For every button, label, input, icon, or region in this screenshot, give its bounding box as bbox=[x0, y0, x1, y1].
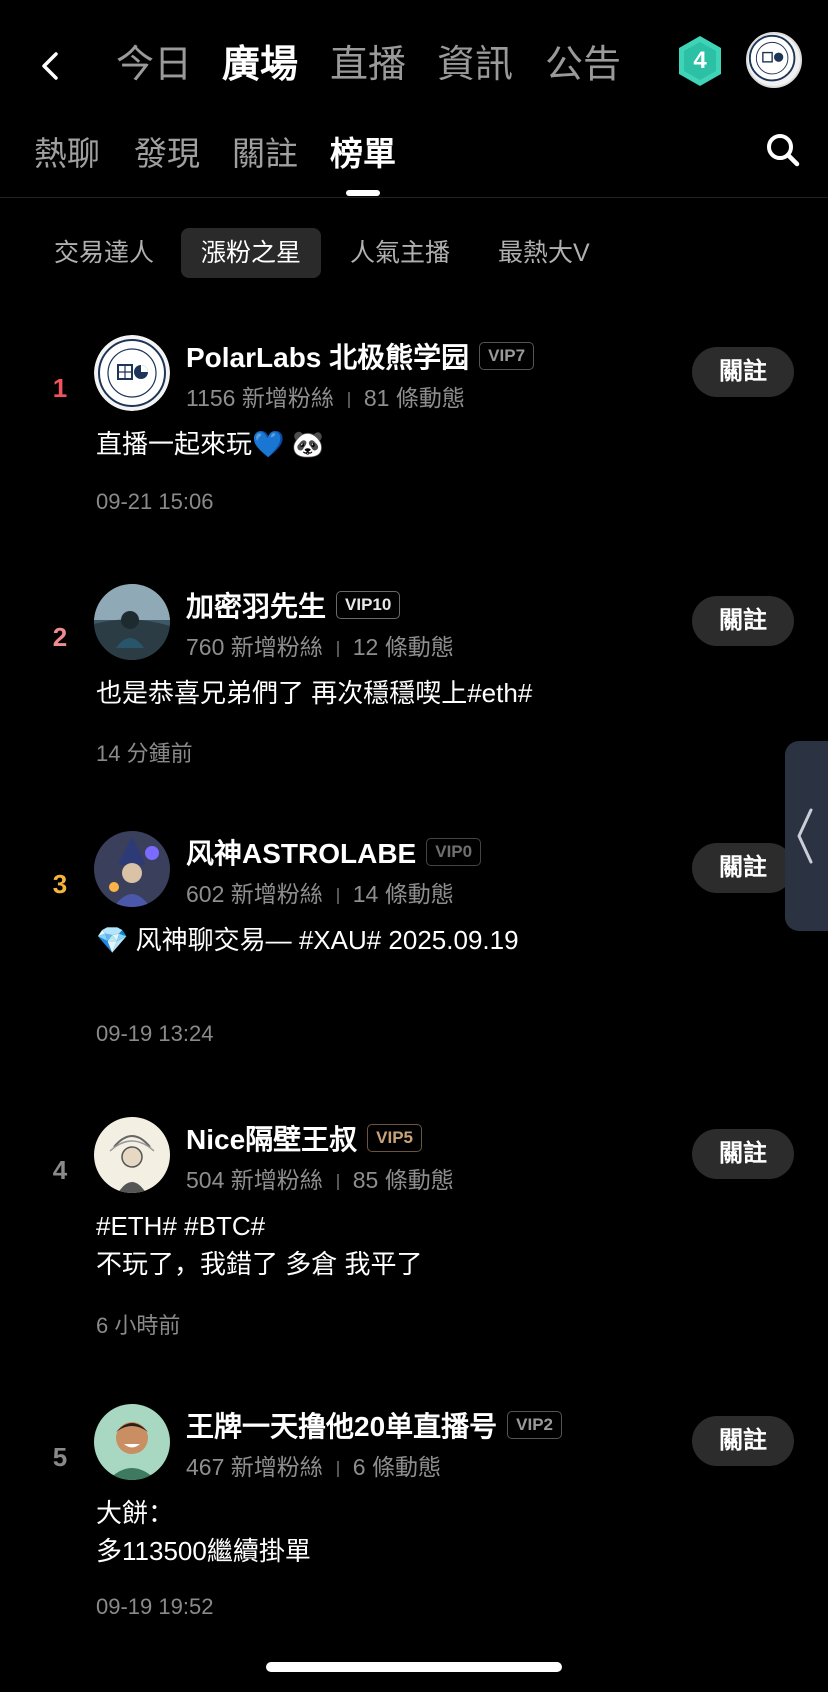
post-time: 09-19 13:24 bbox=[96, 1021, 214, 1046]
avatar[interactable] bbox=[94, 335, 170, 411]
follow-button[interactable]: 關註 bbox=[692, 843, 794, 893]
home-indicator[interactable] bbox=[266, 1662, 562, 1672]
avatar[interactable] bbox=[94, 584, 170, 660]
post-time: 14 分鍾前 bbox=[96, 741, 193, 766]
user-photo-icon bbox=[94, 584, 170, 660]
avatar[interactable] bbox=[94, 1117, 170, 1193]
username[interactable]: 王牌一天撸他20单直播号 bbox=[186, 1405, 497, 1445]
header-divider bbox=[0, 197, 828, 198]
chip-popular-hosts[interactable]: 人氣主播 bbox=[330, 228, 470, 278]
rank-number: 1 bbox=[52, 373, 68, 403]
post-content[interactable]: 大餅： 多113500繼續掛單 bbox=[96, 1494, 716, 1570]
posts-count: 12 條動態 bbox=[352, 634, 454, 660]
post-time: 6 小時前 bbox=[96, 1313, 181, 1338]
follow-button[interactable]: 關註 bbox=[692, 1129, 794, 1179]
post-time: 09-21 15:06 bbox=[96, 489, 214, 514]
vip-badge: VIP7 bbox=[479, 342, 535, 370]
search-icon bbox=[767, 134, 800, 167]
user-stats: 1156 新增粉絲 81 條動態 bbox=[186, 379, 465, 413]
new-followers-count: 760 新增粉絲 bbox=[186, 634, 323, 660]
polarlabs-logo-icon bbox=[748, 34, 796, 82]
avatar[interactable] bbox=[94, 831, 170, 907]
user-stats: 504 新增粉絲 85 條動態 bbox=[186, 1161, 454, 1195]
posts-count: 85 條動態 bbox=[352, 1167, 454, 1193]
chip-top-traders[interactable]: 交易達人 bbox=[34, 228, 174, 278]
side-panel-handle[interactable] bbox=[785, 741, 828, 931]
sub-nav: 熱聊 發現 關註 榜單 bbox=[0, 120, 828, 198]
nav-tab-announcements[interactable]: 公告 bbox=[545, 40, 621, 90]
polarlabs-logo-icon bbox=[94, 335, 170, 411]
sketch-avatar-icon bbox=[94, 1117, 170, 1193]
search-button[interactable] bbox=[764, 131, 802, 169]
wizard-avatar-icon bbox=[94, 831, 170, 907]
user-stats: 602 新增粉絲 14 條動態 bbox=[186, 875, 454, 909]
post-content[interactable]: 直播一起來玩💙 🐼 bbox=[96, 425, 716, 463]
chevron-left-icon bbox=[797, 808, 813, 864]
posts-count: 6 條動態 bbox=[352, 1454, 441, 1480]
vip-badge: VIP2 bbox=[507, 1411, 563, 1439]
nav-tab-news[interactable]: 資訊 bbox=[437, 40, 513, 90]
active-tab-indicator bbox=[346, 190, 380, 196]
new-followers-count: 1156 新增粉絲 bbox=[186, 385, 334, 411]
nav-tab-today[interactable]: 今日 bbox=[116, 40, 192, 90]
back-button[interactable] bbox=[34, 44, 70, 88]
username[interactable]: 加密羽先生 bbox=[186, 585, 326, 625]
user-stats: 467 新增粉絲 6 條動態 bbox=[186, 1448, 441, 1482]
list-item[interactable]: 1 PolarLabs 北极熊学园 VIP7 1156 新增粉絲 81 條動態 關… bbox=[0, 335, 828, 535]
level-badge-number: 4 bbox=[693, 47, 707, 74]
vip-badge: VIP0 bbox=[426, 838, 482, 866]
post-content[interactable]: 也是恭喜兄弟們了 再次穩穩喫上#eth# bbox=[96, 674, 716, 712]
sub-tab-hot-chat[interactable]: 熱聊 bbox=[34, 132, 100, 176]
new-followers-count: 602 新增粉絲 bbox=[186, 881, 323, 907]
top-nav: 今日 廣場 直播 資訊 公告 4 bbox=[0, 0, 828, 118]
profile-avatar[interactable] bbox=[746, 32, 802, 88]
chevron-left-icon bbox=[42, 52, 58, 80]
sub-tab-rankings[interactable]: 榜單 bbox=[330, 132, 396, 176]
list-item[interactable]: 2 加密羽先生 VIP10 760 新增粉絲 12 條動態 關註 也是恭喜兄弟們了… bbox=[0, 584, 828, 784]
chip-hottest-influencers[interactable]: 最熱大V bbox=[478, 228, 610, 278]
sub-tab-following[interactable]: 關註 bbox=[232, 132, 298, 176]
rank-number: 3 bbox=[52, 869, 68, 899]
post-content[interactable]: #ETH# #BTC# 不玩了，我錯了 多倉 我平了 bbox=[96, 1207, 716, 1283]
ranking-category-chips: 交易達人 漲粉之星 人氣主播 最熱大V bbox=[0, 228, 828, 280]
new-followers-count: 467 新增粉絲 bbox=[186, 1454, 323, 1480]
list-item[interactable]: 5 王牌一天撸他20单直播号 VIP2 467 新增粉絲 6 條動態 關註 大餅：… bbox=[0, 1404, 828, 1634]
sub-tab-discover[interactable]: 發現 bbox=[134, 132, 200, 176]
post-content[interactable]: 💎 风神聊交易— #XAU# 2025.09.19 bbox=[96, 921, 716, 959]
new-followers-count: 504 新增粉絲 bbox=[186, 1167, 323, 1193]
follow-button[interactable]: 關註 bbox=[692, 347, 794, 397]
vip-badge: VIP10 bbox=[336, 591, 401, 619]
nav-tab-square[interactable]: 廣場 bbox=[222, 40, 298, 90]
follow-button[interactable]: 關註 bbox=[692, 1416, 794, 1466]
posts-count: 81 條動態 bbox=[363, 385, 465, 411]
rank-number: 4 bbox=[52, 1155, 68, 1185]
list-item[interactable]: 4 Nice隔壁王叔 VIP5 504 新增粉絲 85 條動態 關註 #ETH# … bbox=[0, 1117, 828, 1347]
nav-tab-live[interactable]: 直播 bbox=[330, 40, 406, 90]
chip-rising-stars[interactable]: 漲粉之星 bbox=[181, 228, 322, 278]
vip-badge: VIP5 bbox=[367, 1124, 423, 1152]
list-item[interactable]: 3 风神ASTROLABE VIP0 602 新增粉絲 14 條動態 關註 💎 风… bbox=[0, 831, 828, 1061]
user-photo-icon bbox=[94, 1404, 170, 1480]
rank-number: 2 bbox=[52, 622, 68, 652]
user-stats: 760 新增粉絲 12 條動態 bbox=[186, 628, 454, 662]
post-time: 09-19 19:52 bbox=[96, 1594, 214, 1619]
avatar[interactable] bbox=[94, 1404, 170, 1480]
username[interactable]: Nice隔壁王叔 bbox=[186, 1118, 357, 1158]
posts-count: 14 條動態 bbox=[352, 881, 454, 907]
username[interactable]: 风神ASTROLABE bbox=[186, 832, 416, 872]
level-badge[interactable]: 4 bbox=[676, 34, 724, 88]
rank-number: 5 bbox=[52, 1442, 68, 1472]
username[interactable]: PolarLabs 北极熊学园 bbox=[186, 336, 469, 376]
follow-button[interactable]: 關註 bbox=[692, 596, 794, 646]
